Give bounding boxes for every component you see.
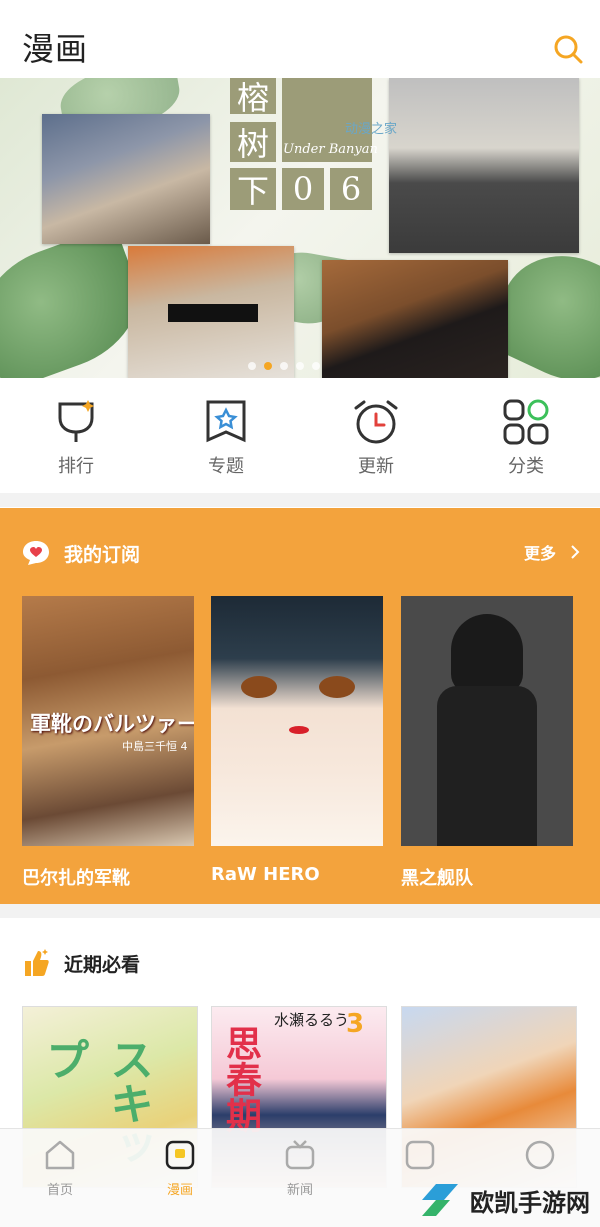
quick-nav-label: 分类 [508,456,544,477]
top-bar: 漫画 [0,0,600,78]
quick-nav-label: 排行 [58,456,94,477]
quick-nav-updates[interactable]: 更新 [336,398,416,478]
heart-chat-icon [23,541,49,565]
tab-home[interactable]: 首页 [20,1139,100,1198]
page-title: 漫画 [22,30,89,68]
square-icon [405,1140,435,1170]
section-divider [0,904,600,918]
carousel-dot-active[interactable] [264,362,272,370]
chevron-right-icon [571,545,580,559]
carousel-dot[interactable] [248,362,256,370]
banner-tile: 0 [282,168,324,210]
cover-title-text: 思春期 [220,1025,261,1133]
quick-nav-ranking[interactable]: 排行 [36,398,116,478]
banner-tile: 下 [230,168,276,210]
section-divider [0,493,600,507]
search-icon[interactable] [553,34,583,64]
subscription-card[interactable]: RaW HERO [211,596,383,885]
tab-label: 新闻 [286,1183,313,1198]
tv-icon [285,1140,315,1170]
recent-title: 近期必看 [64,954,141,976]
quick-nav-label: 专题 [208,456,244,477]
banner-subtitle: Under Banyan [283,142,378,157]
comic-title[interactable]: 黑之舰队 [401,864,573,890]
watermark-logo-icon [422,1184,458,1216]
tab-label: 首页 [46,1183,73,1198]
tab-profile[interactable] [500,1139,580,1179]
comic-cover: 軍靴のバルツァー 中島三千恒 4 [22,596,194,846]
carousel-dots [248,362,320,370]
grid-category-icon [503,399,549,445]
lips-art [289,726,309,734]
subscription-title: 我的订阅 [64,544,141,566]
tab-news[interactable]: 新闻 [260,1139,340,1198]
eye-art [319,676,355,698]
trophy-icon [58,400,94,442]
pixel-sunglasses [168,304,258,322]
quick-nav-categories[interactable]: 分类 [486,398,566,478]
subscription-card[interactable]: 軍靴のバルツァー 中島三千恒 4 巴尔扎的军靴 [22,596,194,890]
quick-nav-label: 更新 [358,456,394,477]
quick-nav-topics[interactable]: 专题 [186,398,266,478]
comic-title[interactable]: RaW HERO [211,864,383,885]
carousel-dot[interactable] [312,362,320,370]
cover-author-text: 水瀬るるう [274,1011,350,1029]
cover-title-text: 軍靴のバルツァー [30,711,194,736]
cat-photo [128,246,294,378]
comic-cover [211,596,383,846]
profile-circle-icon [525,1140,555,1170]
tab-label: 漫画 [166,1183,193,1198]
more-label: 更多 [523,544,556,563]
eye-art [241,676,277,698]
more-button[interactable]: 更多 [524,540,580,564]
body-art [437,686,537,846]
cover-volume-badge: 3 [346,1009,365,1039]
subscription-card[interactable]: 黑之舰队 [401,596,573,890]
banner-tile: 树 [230,122,276,163]
home-icon [45,1140,75,1170]
hood-art [451,614,523,694]
cover-author-text: 中島三千恒 4 [122,740,188,753]
thumbs-up-icon [25,949,49,976]
comic-cover [401,596,573,846]
cat-photo [389,78,579,253]
carousel-dot[interactable] [280,362,288,370]
banner-watermark: 动漫之家 [345,122,398,137]
comic-title[interactable]: 巴尔扎的军靴 [22,864,194,890]
alarm-clock-icon [354,400,398,444]
banner-tile: 6 [330,168,372,210]
bookmark-star-icon [206,400,246,443]
cat-photo [42,114,210,244]
comic-book-icon [165,1140,195,1170]
tab-comics[interactable]: 漫画 [140,1139,220,1198]
quick-nav: 排行 专题 更新 分类 [0,378,600,493]
cat-photo [322,260,508,378]
banner-carousel[interactable]: 榕 树 下 0 6 Under Banyan 动漫之家 [0,78,600,378]
tab-four[interactable] [380,1139,460,1179]
watermark-text: 欧凯手游网 [470,1188,590,1217]
banner-tile: 榕 [230,78,276,117]
carousel-dot[interactable] [296,362,304,370]
site-watermark: 欧凯手游网 [418,1180,590,1220]
subscription-section: 我的订阅 更多 軍靴のバルツァー 中島三千恒 4 巴尔扎的军靴 RaW HERO… [0,508,600,904]
